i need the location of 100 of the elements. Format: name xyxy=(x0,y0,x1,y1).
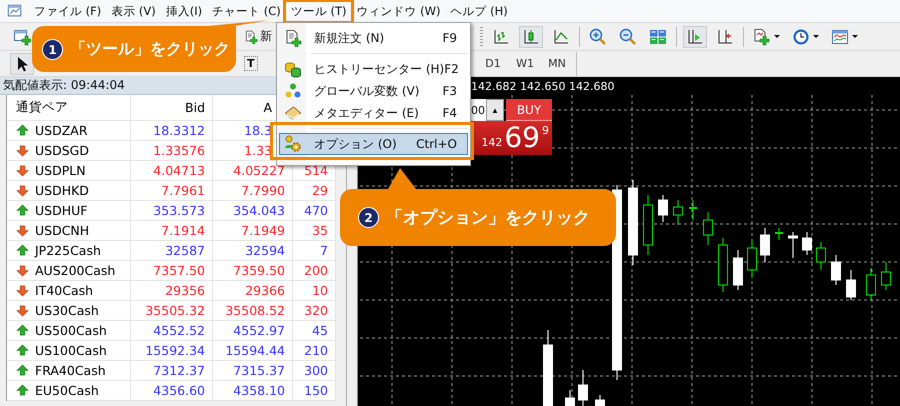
table-cell: 1.33576 xyxy=(153,143,205,158)
book-icon xyxy=(284,104,302,122)
clock-icon xyxy=(792,28,810,46)
table-cell: 15592.34 xyxy=(145,343,205,358)
table-cell: 29356 xyxy=(165,283,205,298)
table-cell: USDZAR xyxy=(35,123,88,138)
zoom-in-icon xyxy=(589,28,607,46)
table-cell: USDHKD xyxy=(35,183,89,198)
table-cell: JP225Cash xyxy=(35,243,101,258)
table-cell: USDSGD xyxy=(35,143,89,158)
candle xyxy=(775,228,783,240)
table-cell: USDHUF xyxy=(35,203,88,218)
table-cell: 7359.50 xyxy=(233,263,285,278)
table-cell: 18.3312 xyxy=(153,123,205,138)
menu-item[interactable]: チャート (C) xyxy=(207,2,286,20)
table-cell: 4552.52 xyxy=(153,323,205,338)
table-cell: 210 xyxy=(304,343,328,358)
menu-item[interactable]: ヘルプ (H) xyxy=(445,2,513,20)
chart-window-icon[interactable] xyxy=(7,3,23,19)
table-cell: 7.7990 xyxy=(241,183,285,198)
table-cell: 470 xyxy=(304,203,328,218)
timeframe-button[interactable]: MN xyxy=(544,52,570,74)
callout-text: 「ツール」をクリック xyxy=(70,39,230,60)
table-cell: IT40Cash xyxy=(35,283,94,298)
database-icon xyxy=(284,60,302,78)
menu-item[interactable]: ファイル (F) xyxy=(29,2,106,20)
table-cell: USDCNH xyxy=(35,223,90,238)
candle xyxy=(733,250,743,290)
table-cell: 354.043 xyxy=(233,203,285,218)
menu-item[interactable]: オプション (O) Ctrl+O xyxy=(279,133,468,155)
price-readout: 142.682 142.650 142.680 xyxy=(471,80,614,93)
document-plus-icon xyxy=(753,28,771,46)
candle xyxy=(881,262,891,290)
table-cell: US30Cash xyxy=(35,303,99,318)
line-chart-icon xyxy=(552,28,570,46)
menu-item[interactable]: 新規注文 (N) F9 xyxy=(279,27,468,49)
quote-pip: 9 xyxy=(542,124,549,137)
lot-field[interactable]: 00 xyxy=(470,99,486,121)
table-cell: 35508.52 xyxy=(225,303,285,318)
table-cell: 7.7961 xyxy=(161,183,205,198)
caret-icon xyxy=(813,35,819,38)
candle xyxy=(760,228,770,262)
document-plus-icon xyxy=(244,30,258,44)
menu-item[interactable]: ツール (T) xyxy=(286,2,352,20)
table-cell: 4356.60 xyxy=(153,383,205,398)
menu-item[interactable]: ヒストリーセンター (H)F2 xyxy=(279,58,468,80)
column-header[interactable]: A xyxy=(263,100,272,115)
table-cell: USDPLN xyxy=(35,163,86,178)
candle xyxy=(643,194,653,256)
table-cell: 7.1949 xyxy=(241,223,285,238)
menu-item[interactable]: ウィンドウ (W) xyxy=(351,2,446,20)
candle xyxy=(718,238,728,292)
menu-item[interactable]: メタエディター (E) F4 xyxy=(279,102,468,124)
table-cell: 7.1914 xyxy=(161,223,205,238)
column-header[interactable]: Bid xyxy=(185,100,205,115)
candle xyxy=(673,200,683,226)
candle xyxy=(747,240,757,278)
spin-up-button[interactable]: ▲ xyxy=(486,99,504,121)
table-cell: 353.573 xyxy=(153,203,205,218)
candle xyxy=(689,200,697,220)
candle xyxy=(788,232,798,258)
document-plus-icon xyxy=(284,29,302,47)
callout-text: 「オプション」をクリック xyxy=(386,207,590,229)
table-cell: US100Cash xyxy=(35,343,107,358)
chart-shift-icon xyxy=(716,28,734,46)
quote-prefix: 142 xyxy=(481,136,502,149)
candle xyxy=(816,242,826,270)
autoscroll-button[interactable] xyxy=(683,26,707,48)
table-cell: 300 xyxy=(304,363,328,378)
candle xyxy=(866,268,876,300)
buy-button[interactable]: BUY xyxy=(506,99,552,121)
table-cell: 4358.10 xyxy=(233,383,285,398)
menu-item[interactable]: 挿入(I) xyxy=(160,2,208,20)
text-tool-button[interactable]: T xyxy=(242,54,260,72)
table-cell: 514 xyxy=(304,163,328,178)
column-header[interactable]: 通貨ペア xyxy=(16,99,68,116)
menu-item[interactable]: 表示 (V) xyxy=(106,2,161,20)
table-cell: 29366 xyxy=(245,283,285,298)
table-cell: US500Cash xyxy=(35,323,107,338)
cursor-button[interactable] xyxy=(10,52,34,74)
quote-price: 69 xyxy=(504,121,540,155)
caret-icon xyxy=(774,35,780,38)
table-cell: FRA40Cash xyxy=(35,363,106,378)
new-order-button[interactable]: 新 xyxy=(242,28,274,46)
table-cell: AUS200Cash xyxy=(35,263,116,278)
table-cell: 32587 xyxy=(165,243,205,258)
candle xyxy=(565,390,575,406)
table-cell: 7315.37 xyxy=(233,363,285,378)
timeframe-button[interactable]: D1 xyxy=(480,52,506,74)
table-cell: 150 xyxy=(304,383,328,398)
new-chart-icon xyxy=(13,28,31,46)
candlestick-icon xyxy=(522,28,540,46)
table-cell: 15594.44 xyxy=(225,343,285,358)
people-gear-icon xyxy=(284,135,302,153)
candle-chart-button[interactable] xyxy=(519,26,543,48)
candle xyxy=(595,394,605,406)
zoom-out-icon xyxy=(619,28,637,46)
template-icon xyxy=(831,28,849,46)
timeframe-button[interactable]: W1 xyxy=(512,52,538,74)
candle xyxy=(846,270,856,300)
